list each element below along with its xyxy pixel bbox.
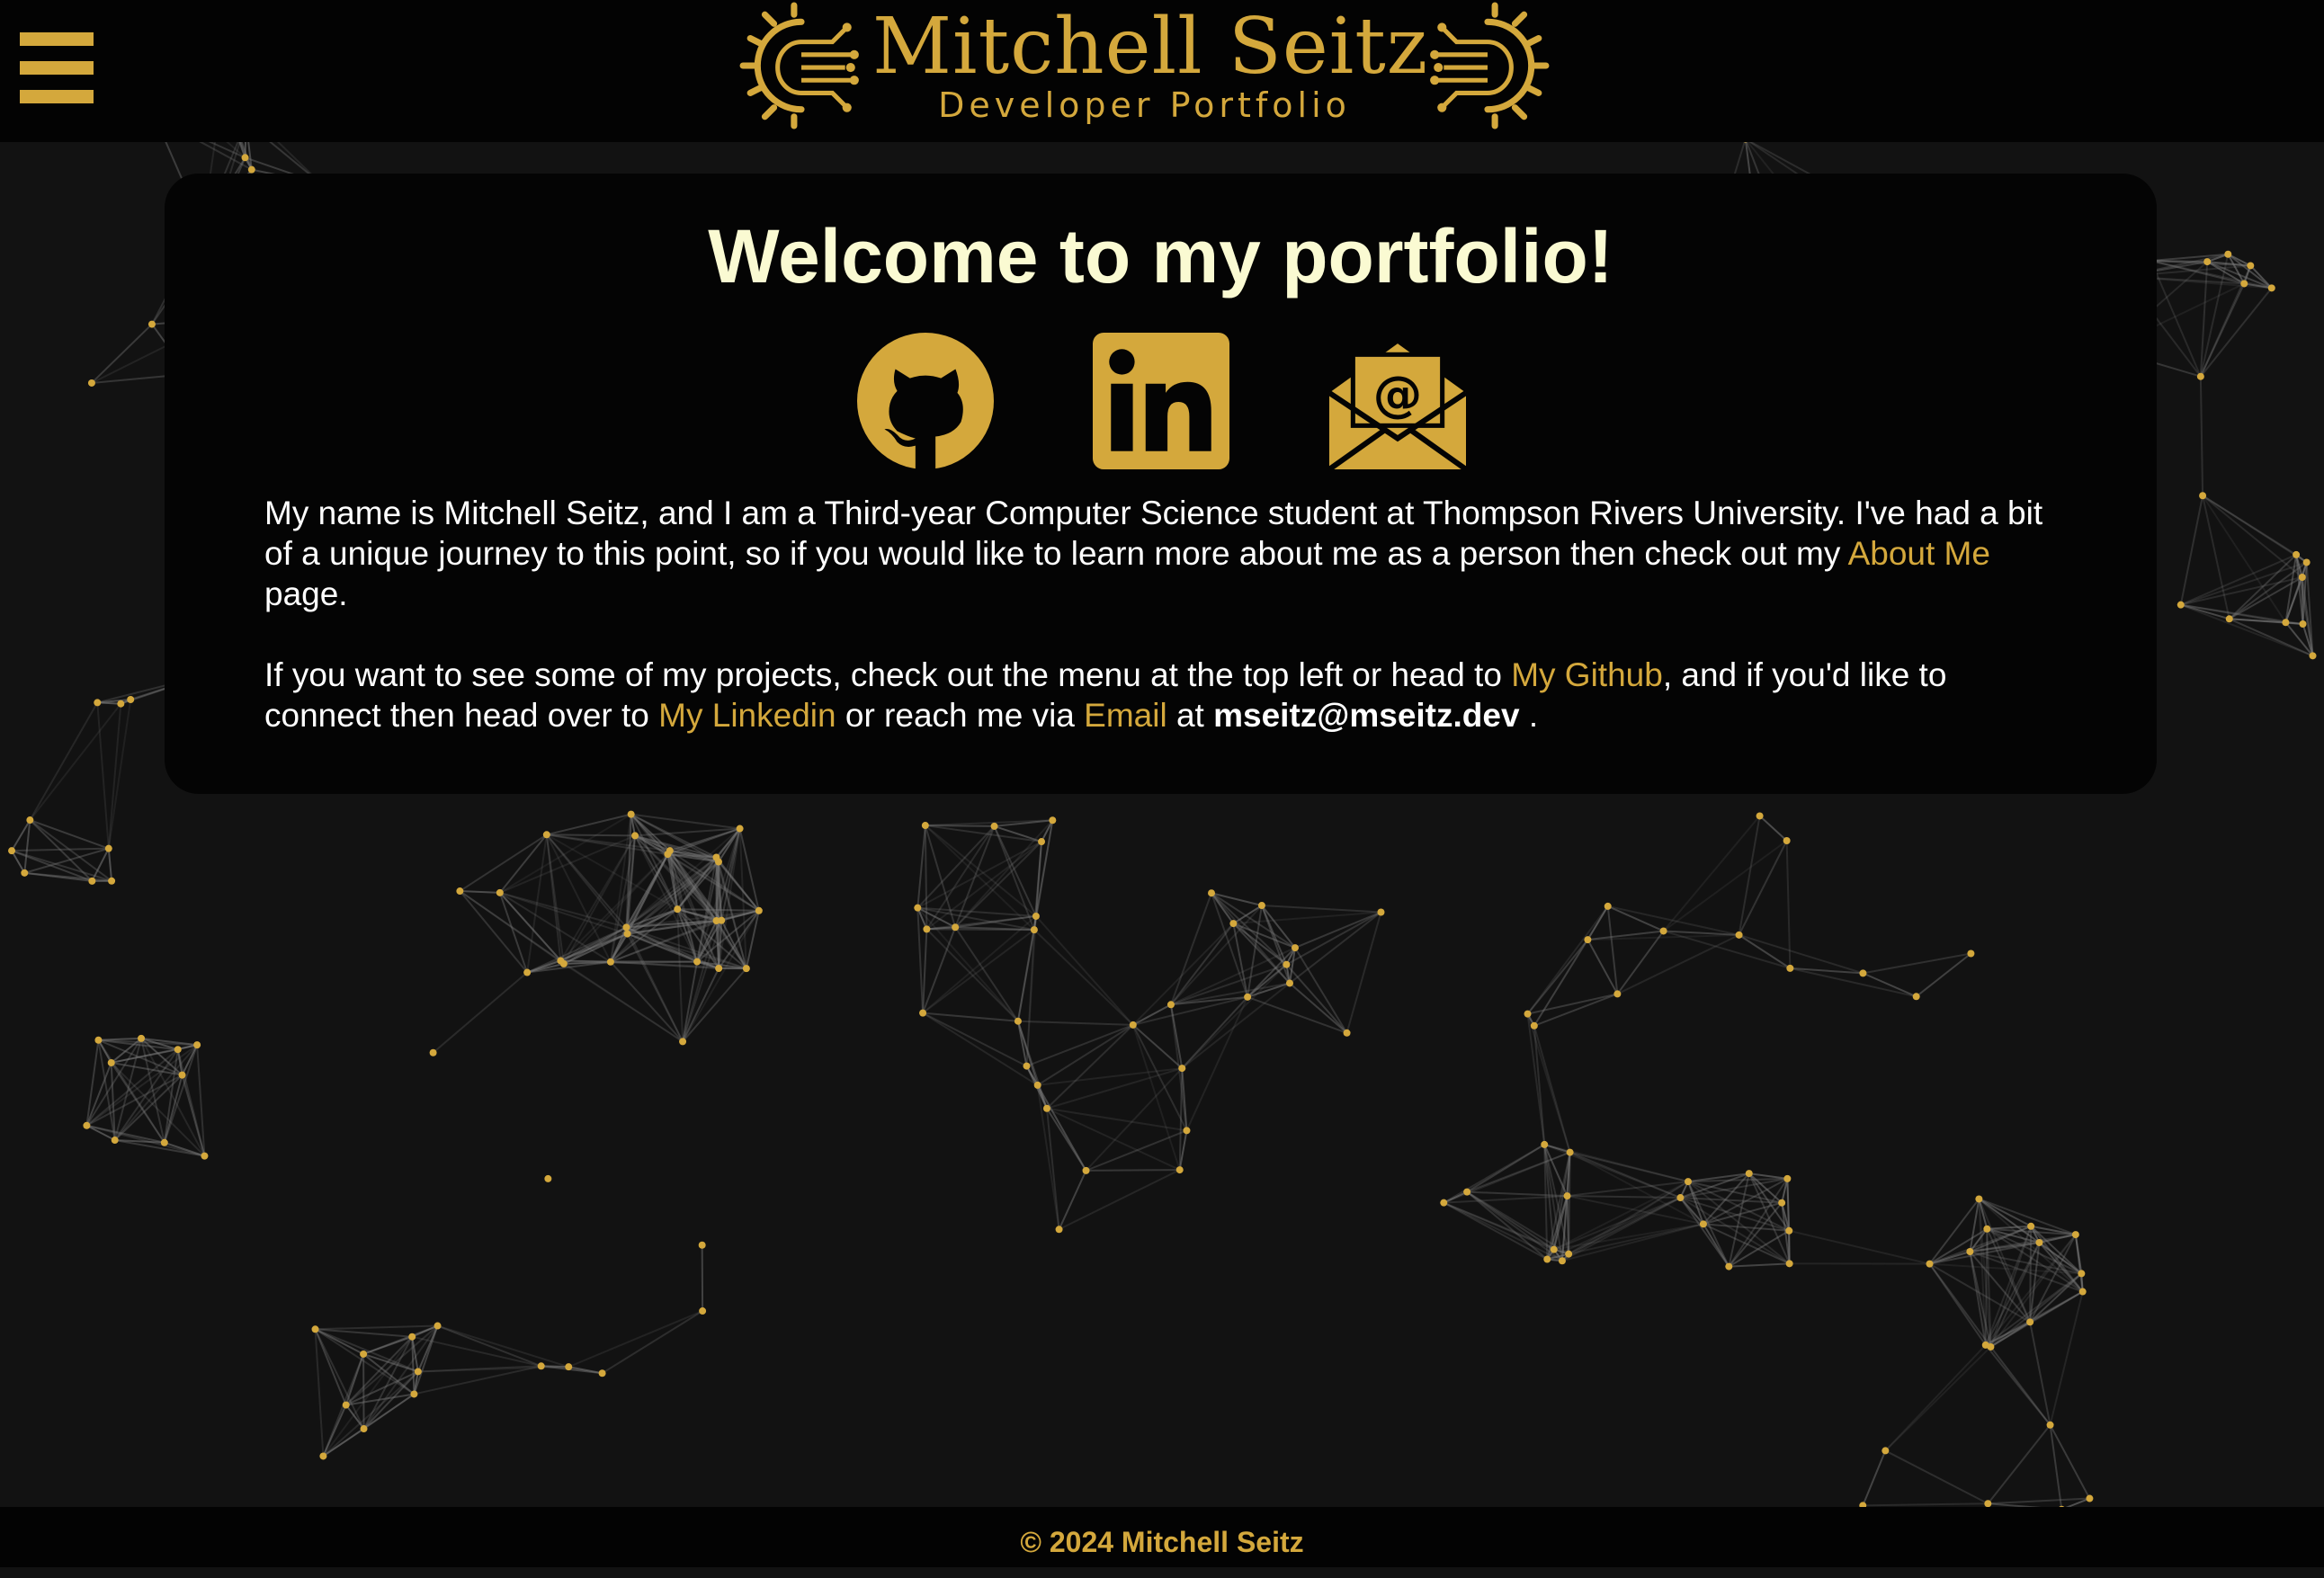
hamburger-menu-icon[interactable] — [20, 32, 95, 108]
page-title: Welcome to my portfolio! — [165, 211, 2157, 301]
email-link[interactable]: @ — [1329, 333, 1466, 469]
logo-title: Mitchell Seitz — [872, 2, 1417, 92]
my-linkedin-link[interactable]: My Linkedin — [658, 697, 836, 734]
my-github-link[interactable]: My Github — [1511, 656, 1663, 693]
svg-text:@: @ — [1373, 365, 1423, 423]
logo-subtitle: Developer Portfolio — [872, 83, 1417, 128]
gear-circuit-icon — [737, 2, 865, 129]
email-address: mseitz@mseitz.dev — [1213, 697, 1519, 734]
envelope-at-icon: @ — [1329, 333, 1466, 469]
github-link[interactable] — [857, 333, 994, 469]
intro-paragraph-contact: If you want to see some of my projects, … — [264, 655, 2072, 736]
gear-circuit-icon — [1424, 2, 1551, 129]
welcome-card: Welcome to my portfolio! @ My name is Mi… — [165, 174, 2157, 794]
intro-paragraph-about: My name is Mitchell Seitz, and I am a Th… — [264, 493, 2072, 614]
email-text-link[interactable]: Email — [1084, 697, 1167, 734]
site-logo[interactable]: Mitchell Seitz Developer Portfolio — [737, 0, 1551, 133]
intro-text: My name is Mitchell Seitz, and I am a Th… — [264, 493, 2072, 736]
site-header: Mitchell Seitz Developer Portfolio — [0, 0, 2324, 142]
linkedin-link[interactable] — [1093, 333, 1229, 469]
github-icon — [857, 333, 994, 469]
copyright-text: © 2024 Mitchell Seitz — [0, 1507, 2324, 1567]
site-footer: © 2024 Mitchell Seitz — [0, 1507, 2324, 1567]
linkedin-icon — [1093, 333, 1229, 469]
about-me-link[interactable]: About Me — [1848, 535, 1990, 572]
